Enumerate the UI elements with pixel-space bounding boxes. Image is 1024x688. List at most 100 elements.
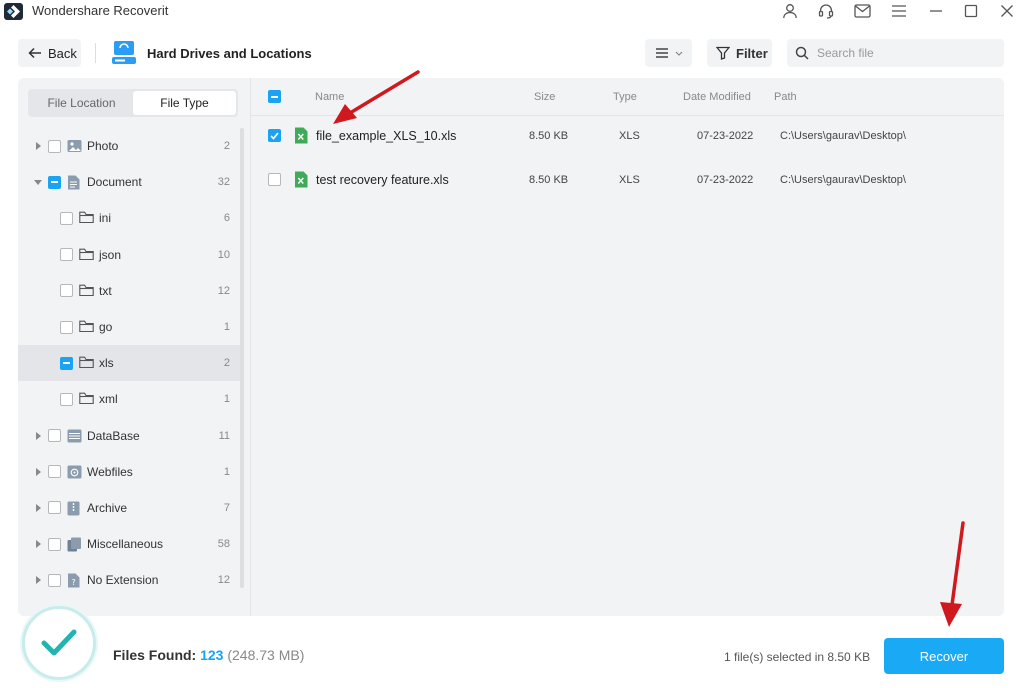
tab-file-location[interactable]: File Location	[30, 91, 133, 115]
file-date: 07-23-2022	[697, 130, 754, 142]
tree-item-no-extension[interactable]: ? No Extension 12	[18, 562, 240, 598]
tree-item-xml[interactable]: xml 1	[18, 381, 240, 417]
tree-item-checkbox[interactable]	[60, 356, 73, 370]
column-header-name[interactable]: Name	[315, 91, 344, 103]
tree-item-photo[interactable]: Photo 2	[18, 128, 240, 164]
file-row-checkbox[interactable]	[268, 173, 281, 186]
column-header-size[interactable]: Size	[534, 91, 555, 103]
column-header-path[interactable]: Path	[774, 91, 797, 103]
tree-item-count: 10	[217, 248, 230, 261]
tab-file-type[interactable]: File Type	[133, 91, 236, 115]
file-name: test recovery feature.xls	[316, 173, 449, 187]
tree-item-checkbox[interactable]	[48, 537, 61, 551]
toolbar: Back Hard Drives and Locations Filter	[0, 22, 1024, 78]
view-segmented-control: File Location File Type	[28, 89, 238, 117]
tree-item-label: DataBase	[87, 428, 140, 443]
tree-item-count: 32	[217, 176, 230, 189]
select-all-checkbox[interactable]	[268, 90, 281, 103]
tree-item-checkbox[interactable]	[60, 248, 73, 262]
miscellaneous-icon	[67, 537, 82, 552]
caret-right-icon[interactable]	[36, 576, 41, 585]
account-icon[interactable]	[781, 2, 799, 20]
file-row-checkbox[interactable]	[268, 129, 281, 142]
tree-item-archive[interactable]: Archive 7	[18, 490, 240, 526]
tree-item-label: xml	[99, 392, 118, 407]
back-button[interactable]: Back	[18, 39, 81, 67]
chevron-down-icon	[675, 51, 682, 56]
close-icon[interactable]	[998, 2, 1016, 20]
files-found-label: Files Found:	[113, 647, 197, 663]
tree-item-go[interactable]: go 1	[18, 309, 240, 345]
caret-right-icon[interactable]	[36, 431, 41, 440]
tree-item-checkbox[interactable]	[48, 139, 61, 153]
folder-icon	[79, 392, 94, 406]
caret-right-icon[interactable]	[36, 540, 41, 549]
tree-item-checkbox[interactable]	[60, 320, 73, 334]
recoverit-logo-icon	[4, 3, 23, 20]
recover-button[interactable]: Recover	[884, 638, 1004, 674]
caret-right-icon[interactable]	[36, 503, 41, 512]
tree-item-ini[interactable]: ini 6	[18, 200, 240, 236]
support-icon[interactable]	[817, 2, 835, 20]
column-header-date[interactable]: Date Modified	[683, 91, 751, 103]
file-size: 8.50 KB	[529, 174, 569, 186]
minimize-icon[interactable]	[927, 2, 945, 20]
caret-right-icon[interactable]	[36, 467, 41, 476]
tree-item-json[interactable]: json 10	[18, 237, 240, 273]
search-input[interactable]	[817, 46, 997, 60]
toolbar-divider	[95, 43, 96, 63]
file-row[interactable]: test recovery feature.xls 8.50 KB XLS 07-23…	[251, 160, 1004, 204]
caret-right-icon[interactable]	[36, 142, 41, 151]
maximize-icon[interactable]	[962, 2, 980, 20]
mail-icon[interactable]	[853, 2, 871, 20]
filter-button[interactable]: Filter	[707, 39, 772, 67]
tree-item-label: Webfiles	[87, 464, 133, 479]
tree-item-checkbox[interactable]	[60, 211, 73, 225]
caret-down-icon[interactable]	[34, 179, 42, 185]
file-date: 07-23-2022	[697, 174, 754, 186]
xls-file-icon	[294, 171, 308, 188]
sidebar-scrollbar[interactable]	[240, 128, 244, 588]
column-header-type[interactable]: Type	[613, 91, 637, 103]
file-type-tree: Photo 2 Document 32 ini 6 json 10 txt 12 go 1 xls 2 xm…	[18, 128, 240, 598]
archive-icon	[67, 501, 82, 516]
tree-item-checkbox[interactable]	[48, 465, 61, 479]
view-mode-button[interactable]	[645, 39, 692, 67]
sidebar: File Location File Type Photo 2 Document 32…	[18, 78, 250, 616]
tree-item-checkbox[interactable]	[48, 175, 61, 189]
tree-item-checkbox[interactable]	[48, 429, 61, 443]
window-title: Wondershare Recoverit	[32, 3, 169, 18]
tree-item-database[interactable]: DataBase 11	[18, 418, 240, 454]
files-found-count: 123	[200, 647, 224, 663]
tree-item-miscellaneous[interactable]: Miscellaneous 58	[18, 526, 240, 562]
content-panel: File Location File Type Photo 2 Document 32…	[18, 78, 1004, 616]
database-icon	[67, 429, 82, 443]
tree-item-checkbox[interactable]	[60, 392, 73, 406]
menu-icon[interactable]	[890, 2, 908, 20]
file-type: XLS	[619, 130, 640, 142]
tree-item-count: 1	[223, 393, 230, 406]
webfiles-icon	[67, 465, 82, 479]
file-path: C:\Users\gaurav\Desktop\	[780, 130, 906, 142]
tree-item-count: 1	[223, 321, 230, 334]
tree-item-xls[interactable]: xls 2	[18, 345, 240, 382]
tree-item-label: xls	[99, 356, 114, 371]
tree-item-checkbox[interactable]	[48, 573, 61, 587]
search-box[interactable]	[787, 39, 1004, 67]
tree-item-count: 58	[217, 538, 230, 551]
tree-item-checkbox[interactable]	[48, 501, 61, 515]
folder-icon	[79, 320, 94, 334]
tree-item-count: 2	[223, 140, 230, 153]
document-icon	[67, 175, 82, 190]
tree-item-label: go	[99, 320, 113, 335]
checkmark-icon	[41, 629, 77, 656]
folder-icon	[79, 284, 94, 298]
tree-item-webfiles[interactable]: Webfiles 1	[18, 454, 240, 490]
file-path: C:\Users\gaurav\Desktop\	[780, 174, 906, 186]
title-bar: Wondershare Recoverit	[0, 0, 1024, 22]
file-row[interactable]: file_example_XLS_10.xls 8.50 KB XLS 07-23-2…	[251, 116, 1004, 160]
tree-item-checkbox[interactable]	[60, 284, 73, 298]
folder-icon	[79, 211, 94, 225]
tree-item-document[interactable]: Document 32	[18, 164, 240, 200]
tree-item-txt[interactable]: txt 12	[18, 273, 240, 309]
